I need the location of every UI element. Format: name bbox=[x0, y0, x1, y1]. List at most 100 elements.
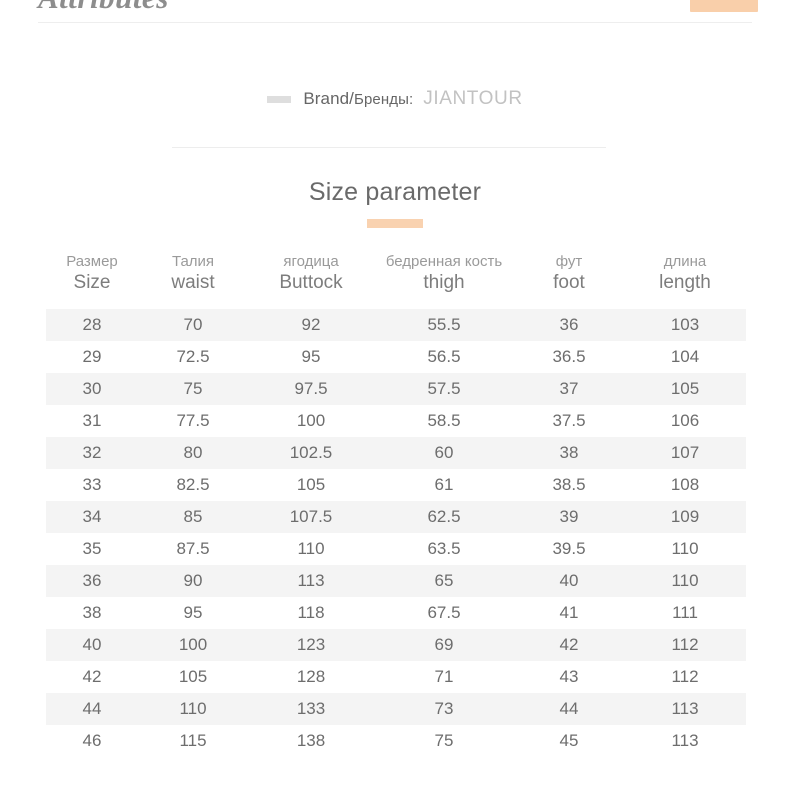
table-row: 40 100 123 69 42 112 bbox=[46, 629, 746, 661]
table-cell: 31 bbox=[46, 405, 138, 437]
table-row: 33 82.5 105 61 38.5 108 bbox=[46, 469, 746, 501]
table-cell: 35 bbox=[46, 533, 138, 565]
table-cell: 73 bbox=[374, 693, 514, 725]
table-cell: 80 bbox=[138, 437, 248, 469]
table-cell: 67.5 bbox=[374, 597, 514, 629]
table-cell: 108 bbox=[624, 469, 746, 501]
section-title-block: Size parameter bbox=[0, 178, 790, 228]
table-cell: 72.5 bbox=[138, 341, 248, 373]
table-row: 35 87.5 110 63.5 39.5 110 bbox=[46, 533, 746, 565]
table-cell: 60 bbox=[374, 437, 514, 469]
column-header-ru: Талия bbox=[171, 253, 215, 270]
table-cell: 105 bbox=[624, 373, 746, 405]
table-cell: 110 bbox=[248, 533, 374, 565]
table-cell: 100 bbox=[138, 629, 248, 661]
table-cell: 29 bbox=[46, 341, 138, 373]
table-cell: 112 bbox=[624, 629, 746, 661]
column-header-size: Размер Size bbox=[46, 252, 138, 309]
column-header-en: Buttock bbox=[279, 272, 343, 293]
column-header-ru: фут bbox=[555, 253, 583, 270]
table-cell: 106 bbox=[624, 405, 746, 437]
table-cell: 123 bbox=[248, 629, 374, 661]
table-cell: 33 bbox=[46, 469, 138, 501]
table-cell: 100 bbox=[248, 405, 374, 437]
table-cell: 45 bbox=[514, 725, 624, 757]
brand-label: Brand/Бренды: bbox=[303, 89, 413, 109]
table-cell: 133 bbox=[248, 693, 374, 725]
table-cell: 102.5 bbox=[248, 437, 374, 469]
table-cell: 36 bbox=[514, 309, 624, 341]
brand-label-en: Brand/ bbox=[303, 89, 354, 108]
table-cell: 85 bbox=[138, 501, 248, 533]
table-cell: 34 bbox=[46, 501, 138, 533]
table-cell: 82.5 bbox=[138, 469, 248, 501]
table-cell: 113 bbox=[624, 693, 746, 725]
table-cell: 56.5 bbox=[374, 341, 514, 373]
table-row: 44 110 133 73 44 113 bbox=[46, 693, 746, 725]
size-chart-page: Attributes Brand/Бренды: JIANTOUR Size p… bbox=[0, 0, 790, 798]
table-cell: 36.5 bbox=[514, 341, 624, 373]
column-header-ru: Размер bbox=[66, 253, 118, 270]
column-header-en: foot bbox=[553, 272, 585, 293]
table-cell: 41 bbox=[514, 597, 624, 629]
table-row: 30 75 97.5 57.5 37 105 bbox=[46, 373, 746, 405]
table-cell: 71 bbox=[374, 661, 514, 693]
table-cell: 97.5 bbox=[248, 373, 374, 405]
table-cell: 105 bbox=[248, 469, 374, 501]
table-cell: 128 bbox=[248, 661, 374, 693]
table-cell: 42 bbox=[46, 661, 138, 693]
column-header-en: waist bbox=[171, 272, 215, 293]
column-header-waist: Талия waist bbox=[138, 252, 248, 309]
column-header-ru: ягодица bbox=[283, 253, 339, 270]
table-cell: 104 bbox=[624, 341, 746, 373]
table-row: 28 70 92 55.5 36 103 bbox=[46, 309, 746, 341]
brand-label-ru: Бренды: bbox=[354, 91, 414, 108]
table-cell: 111 bbox=[624, 597, 746, 629]
table-header-row: Размер Size Талия waist ягодица Buttock бедрен… bbox=[46, 252, 746, 309]
table-cell: 38 bbox=[46, 597, 138, 629]
table-row: 38 95 118 67.5 41 111 bbox=[46, 597, 746, 629]
table-cell: 65 bbox=[374, 565, 514, 597]
table-cell: 38.5 bbox=[514, 469, 624, 501]
table-row: 32 80 102.5 60 38 107 bbox=[46, 437, 746, 469]
section-title: Size parameter bbox=[308, 178, 482, 206]
table-cell: 107.5 bbox=[248, 501, 374, 533]
table-row: 31 77.5 100 58.5 37.5 106 bbox=[46, 405, 746, 437]
table-cell: 107 bbox=[624, 437, 746, 469]
column-header-en: thigh bbox=[423, 272, 465, 293]
table-cell: 63.5 bbox=[374, 533, 514, 565]
table-cell: 109 bbox=[624, 501, 746, 533]
table-row: 42 105 128 71 43 112 bbox=[46, 661, 746, 693]
table-cell: 92 bbox=[248, 309, 374, 341]
table-cell: 42 bbox=[514, 629, 624, 661]
column-header-ru: бедренная кость bbox=[385, 253, 503, 270]
table-cell: 70 bbox=[138, 309, 248, 341]
table-cell: 44 bbox=[514, 693, 624, 725]
table-cell: 112 bbox=[624, 661, 746, 693]
table-cell: 113 bbox=[624, 725, 746, 757]
table-cell: 55.5 bbox=[374, 309, 514, 341]
section-underline bbox=[367, 219, 423, 228]
column-header-thigh: бедренная кость thigh bbox=[374, 252, 514, 309]
table-cell: 32 bbox=[46, 437, 138, 469]
table-cell: 138 bbox=[248, 725, 374, 757]
table-cell: 58.5 bbox=[374, 405, 514, 437]
table-cell: 103 bbox=[624, 309, 746, 341]
accent-chip bbox=[690, 0, 758, 12]
table-cell: 110 bbox=[138, 693, 248, 725]
table-cell: 28 bbox=[46, 309, 138, 341]
table-cell: 61 bbox=[374, 469, 514, 501]
column-header-en: length bbox=[659, 272, 711, 293]
table-cell: 39.5 bbox=[514, 533, 624, 565]
table-row: 46 115 138 75 45 113 bbox=[46, 725, 746, 757]
table-cell: 90 bbox=[138, 565, 248, 597]
size-parameter-table: Размер Size Талия waist ягодица Buttock бедрен… bbox=[46, 252, 746, 757]
table-cell: 95 bbox=[138, 597, 248, 629]
table-cell: 75 bbox=[374, 725, 514, 757]
table-cell: 62.5 bbox=[374, 501, 514, 533]
table-cell: 44 bbox=[46, 693, 138, 725]
dash-marker-icon bbox=[267, 95, 292, 103]
table-cell: 30 bbox=[46, 373, 138, 405]
table-cell: 95 bbox=[248, 341, 374, 373]
attributes-heading: Attributes bbox=[38, 0, 169, 16]
